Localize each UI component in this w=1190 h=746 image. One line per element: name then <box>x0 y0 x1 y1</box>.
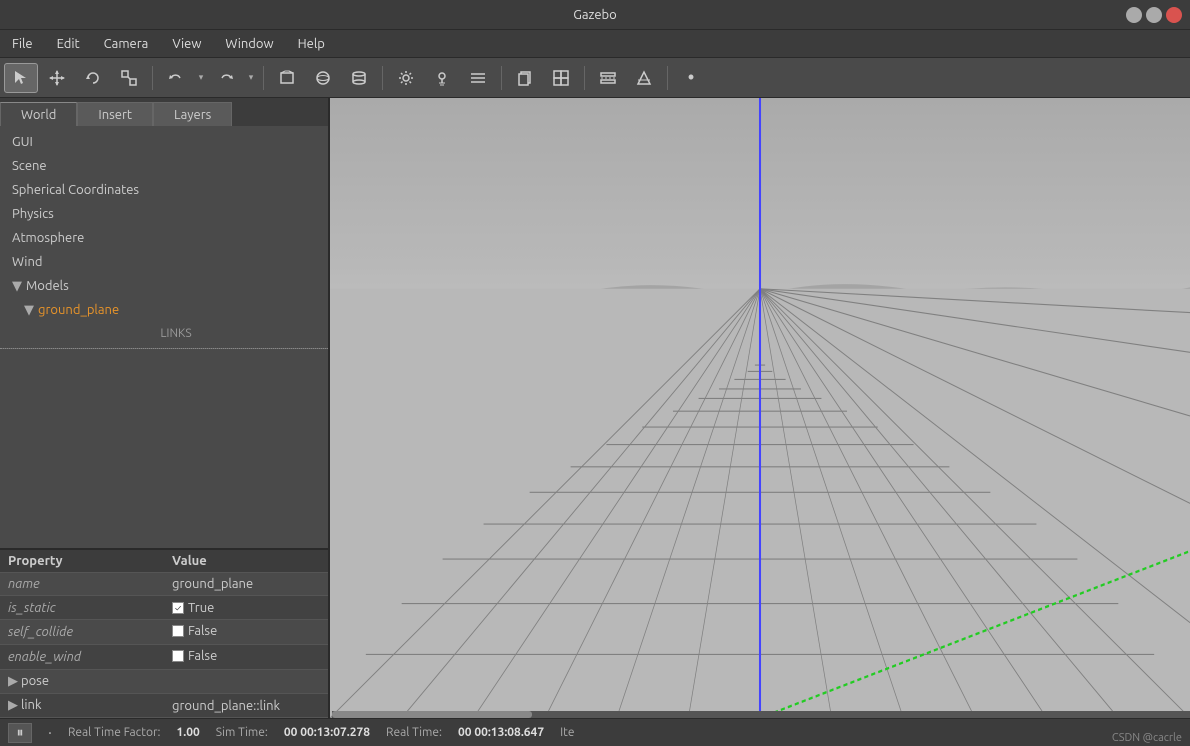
prop-row-name: name ground_plane <box>0 573 328 596</box>
self-collide-checkbox[interactable] <box>172 625 184 637</box>
close-button[interactable] <box>1166 7 1182 23</box>
is-static-checkbox[interactable] <box>172 602 184 614</box>
redo-button[interactable] <box>209 63 243 93</box>
3d-viewport[interactable] <box>330 98 1190 718</box>
translate-tool-button[interactable] <box>40 63 74 93</box>
stack-button[interactable] <box>544 63 578 93</box>
prop-col-value: Value <box>164 549 328 573</box>
toolbar-sep-2 <box>263 66 264 90</box>
maximize-button[interactable] <box>1146 7 1162 23</box>
menu-edit[interactable]: Edit <box>53 35 84 53</box>
ground-plane-arrow-icon: ▼ <box>24 303 34 317</box>
left-panel: World Insert Layers GUI Scene Spherical … <box>0 98 330 718</box>
more-button[interactable]: • <box>674 63 708 93</box>
prop-label-link[interactable]: ▶ link <box>0 694 164 718</box>
prop-row-is-static: is_static True <box>0 596 328 620</box>
main-area: World Insert Layers GUI Scene Spherical … <box>0 98 1190 718</box>
prop-value-link: ground_plane::link <box>164 694 328 718</box>
real-time-value: 00 00:13:08.647 <box>458 726 544 739</box>
app-title: Gazebo <box>573 8 617 22</box>
prop-label-enable-wind: enable_wind <box>0 645 164 670</box>
prop-row-self-collide: self_collide False <box>0 620 328 645</box>
scrollbar-thumb[interactable] <box>332 711 532 718</box>
prop-label-name: name <box>0 573 164 596</box>
prop-col-property: Property <box>0 549 164 573</box>
prop-value-enable-wind[interactable]: False <box>164 645 328 670</box>
menu-window[interactable]: Window <box>221 35 277 53</box>
prop-value-self-collide[interactable]: False <box>164 620 328 645</box>
tree-item-gui[interactable]: GUI <box>0 130 328 154</box>
sim-time-label: Sim Time: <box>216 726 268 739</box>
prop-row-enable-wind: enable_wind False <box>0 645 328 670</box>
window-controls <box>1126 7 1182 23</box>
tab-layers[interactable]: Layers <box>153 102 232 126</box>
toolbar-sep-4 <box>501 66 502 90</box>
property-table: Property Value name ground_plane is_stat… <box>0 548 328 718</box>
align-button[interactable] <box>591 63 625 93</box>
toolbar: ▾ ▾ <box>0 58 1190 98</box>
undo-button[interactable] <box>159 63 193 93</box>
snap-button[interactable] <box>627 63 661 93</box>
enable-wind-checkbox[interactable] <box>172 650 184 662</box>
prop-label-is-static: is_static <box>0 596 164 620</box>
toolbar-sep-5 <box>584 66 585 90</box>
toolbar-sep-3 <box>382 66 383 90</box>
statusbar: ⏸ · Real Time Factor: 1.00 Sim Time: 00 … <box>0 718 1190 746</box>
box-button[interactable] <box>270 63 304 93</box>
prop-value-name[interactable]: ground_plane <box>164 573 328 596</box>
tree-item-atmosphere[interactable]: Atmosphere <box>0 226 328 250</box>
ground-grid <box>330 98 1190 718</box>
lines-button[interactable] <box>461 63 495 93</box>
title-bar: Gazebo <box>0 0 1190 30</box>
watermark: CSDN @cacrle <box>1112 732 1182 744</box>
copy-button[interactable] <box>508 63 542 93</box>
tree-item-links[interactable]: LINKS <box>0 322 328 346</box>
real-time-factor-label: Real Time Factor: <box>68 726 161 739</box>
menu-view[interactable]: View <box>168 35 205 53</box>
rotate-tool-button[interactable] <box>76 63 110 93</box>
menubar: File Edit Camera View Window Help <box>0 30 1190 58</box>
toolbar-sep-1 <box>152 66 153 90</box>
horizontal-scrollbar[interactable] <box>332 711 1190 718</box>
menu-file[interactable]: File <box>8 35 37 53</box>
select-tool-button[interactable] <box>4 63 38 93</box>
prop-label-self-collide: self_collide <box>0 620 164 645</box>
real-time-label: Real Time: <box>386 726 442 739</box>
tree-item-physics[interactable]: Physics <box>0 202 328 226</box>
tree-item-spherical[interactable]: Spherical Coordinates <box>0 178 328 202</box>
cylinder-button[interactable] <box>342 63 376 93</box>
sun-button[interactable] <box>389 63 423 93</box>
undo-dropdown-button[interactable]: ▾ <box>195 63 207 93</box>
toolbar-sep-6 <box>667 66 668 90</box>
pointlight-button[interactable] <box>425 63 459 93</box>
real-time-factor-value: 1.00 <box>177 726 200 739</box>
menu-camera[interactable]: Camera <box>100 35 153 53</box>
status-extra: Ite <box>560 726 574 739</box>
tab-bar: World Insert Layers <box>0 98 328 126</box>
menu-help[interactable]: Help <box>294 35 329 53</box>
models-arrow-icon: ▼ <box>12 279 22 293</box>
sphere-button[interactable] <box>306 63 340 93</box>
prop-expandable-pose[interactable]: ▶ pose <box>0 670 328 694</box>
minimize-button[interactable] <box>1126 7 1142 23</box>
tab-world[interactable]: World <box>0 102 77 126</box>
scale-tool-button[interactable] <box>112 63 146 93</box>
prop-row-link[interactable]: ▶ link ground_plane::link <box>0 694 328 718</box>
tree-item-scene[interactable]: Scene <box>0 154 328 178</box>
world-tree: GUI Scene Spherical Coordinates Physics … <box>0 126 328 548</box>
prop-value-is-static[interactable]: True <box>164 596 328 620</box>
tree-item-ground-plane[interactable]: ▼ground_plane <box>0 298 328 322</box>
tree-divider <box>0 348 328 349</box>
tree-item-wind[interactable]: Wind <box>0 250 328 274</box>
prop-row-pose[interactable]: ▶ pose <box>0 670 328 694</box>
tree-item-models[interactable]: ▼Models <box>0 274 328 298</box>
redo-dropdown-button[interactable]: ▾ <box>245 63 257 93</box>
pause-button[interactable]: ⏸ <box>8 723 32 743</box>
sim-time-value: 00 00:13:07.278 <box>284 726 370 739</box>
tab-insert[interactable]: Insert <box>77 102 153 126</box>
status-dot: · <box>48 724 52 742</box>
